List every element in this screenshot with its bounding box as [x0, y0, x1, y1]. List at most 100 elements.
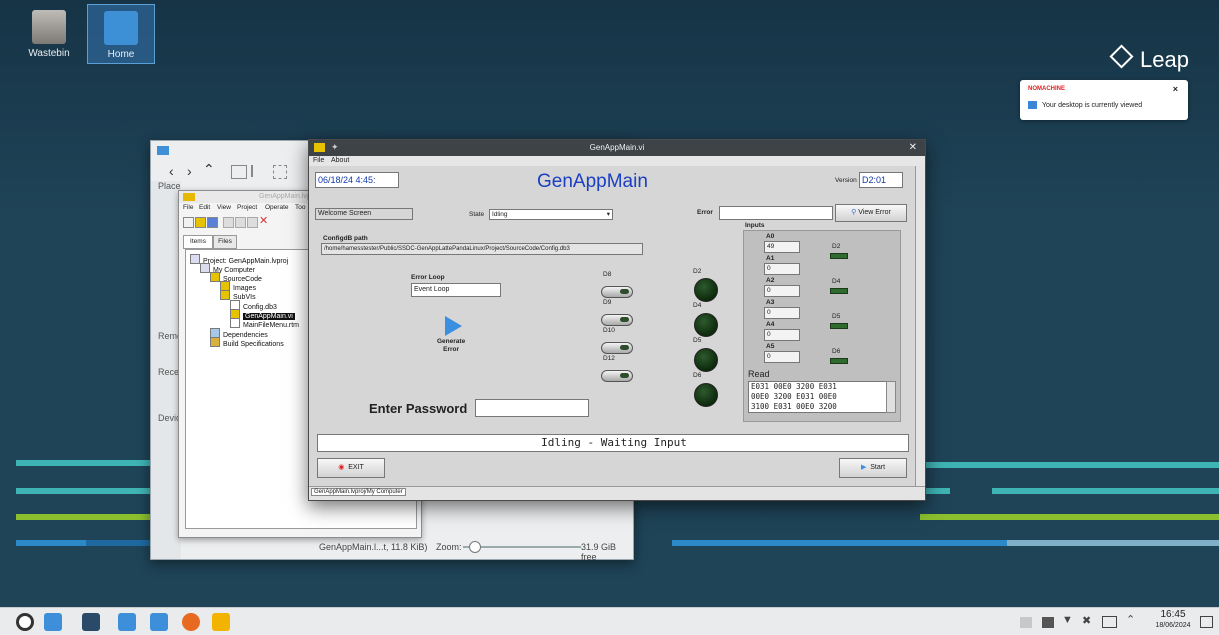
tab-items[interactable]: Items — [183, 235, 213, 249]
bluetooth-icon[interactable]: ✖ — [1082, 614, 1091, 627]
password-input[interactable] — [475, 399, 589, 417]
state-label: State — [469, 211, 485, 218]
digital-switch-d9[interactable] — [601, 314, 633, 326]
sidebar-section-label: Rece — [158, 367, 180, 377]
exit-button[interactable]: ◉ EXIT — [317, 458, 385, 478]
wallpaper-stripe — [926, 488, 950, 494]
led-d6 — [694, 383, 718, 407]
digital-switch-d8[interactable] — [601, 286, 633, 298]
digital-switch-d10[interactable] — [601, 342, 633, 354]
error-loop-selector[interactable]: Event Loop — [411, 283, 501, 297]
notification[interactable]: NOMACHINE × Your desktop is currently vi… — [1020, 80, 1188, 120]
configdb-label: ConfigdB path — [323, 235, 368, 242]
generate-error-button[interactable] — [445, 316, 462, 336]
lv-project-icon — [183, 193, 195, 201]
volume-icon[interactable]: ▼ — [1062, 614, 1073, 626]
digital-switch-d12[interactable] — [601, 370, 633, 382]
notes-icon[interactable] — [1042, 617, 1054, 628]
tree-view-icon[interactable] — [273, 165, 287, 179]
analog-label: A1 — [766, 255, 775, 262]
show-desktop-icon[interactable] — [1200, 616, 1213, 628]
desktop-icon-wastebin[interactable]: Wastebin — [16, 4, 82, 59]
read-buffer: E031 00E0 3200 E031 00E0 3200 E031 00E0 … — [748, 381, 888, 413]
compact-view-icon[interactable] — [251, 165, 265, 177]
desktop-icon-home[interactable]: Home — [87, 4, 155, 64]
clock-date[interactable]: 18/06/2024 — [1146, 622, 1200, 629]
zoom-label: Zoom: — [436, 542, 462, 552]
clipboard-icon[interactable] — [1020, 617, 1032, 628]
cut-icon[interactable] — [223, 217, 234, 228]
icon-view-icon[interactable] — [231, 165, 247, 179]
pin-icon[interactable]: ✦ — [331, 139, 339, 155]
view-error-button[interactable]: ⚲ View Error — [835, 204, 907, 222]
menu-view[interactable]: View — [217, 204, 231, 211]
notification-close-button[interactable]: × — [1173, 84, 1178, 94]
play-icon: ▶ — [860, 464, 867, 471]
led-d5 — [694, 348, 718, 372]
forward-icon[interactable]: › — [187, 163, 192, 179]
stop-icon: ◉ — [338, 464, 345, 471]
menu-file[interactable]: File — [313, 156, 324, 166]
copy-icon[interactable] — [235, 217, 246, 228]
paste-icon[interactable] — [247, 217, 258, 228]
firefox-icon[interactable] — [182, 613, 200, 631]
menu-project[interactable]: Project — [237, 204, 257, 211]
open-icon[interactable] — [195, 217, 206, 228]
file-icon — [230, 318, 240, 328]
menu-tools[interactable]: Too — [295, 204, 305, 211]
analog-label: A4 — [766, 321, 775, 328]
screen-indicator: Welcome Screen — [315, 208, 413, 220]
wallpaper-stripe — [16, 540, 86, 546]
project-path: GenAppMain.lvproj/My Computer — [311, 488, 406, 496]
desktop-pager-icon[interactable] — [44, 613, 62, 631]
digital-input-led — [830, 358, 848, 364]
network-icon[interactable] — [1102, 616, 1117, 628]
menu-operate[interactable]: Operate — [265, 204, 289, 211]
wastebin-icon — [32, 10, 66, 44]
led-label: D5 — [693, 337, 702, 344]
error-loop-label: Error Loop — [411, 274, 445, 281]
read-scrollbar[interactable] — [886, 381, 896, 413]
digital-input-led — [830, 323, 848, 329]
clock-time[interactable]: 16:45 — [1150, 609, 1196, 620]
system-settings-icon[interactable] — [82, 613, 100, 631]
digital-input-label: D5 — [832, 313, 841, 320]
error-loop-value: Event Loop — [414, 286, 450, 293]
nomachine-icon[interactable] — [212, 613, 230, 631]
switch-label: D10 — [603, 327, 615, 334]
exit-label: EXIT — [348, 464, 364, 471]
taskbar: ▼ ✖ ⌃ 16:45 18/06/2024 — [0, 607, 1219, 635]
back-icon[interactable]: ‹ — [169, 163, 174, 179]
application-launcher-icon[interactable] — [16, 613, 34, 631]
menu-edit[interactable]: Edit — [199, 204, 210, 211]
menu-about[interactable]: About — [331, 156, 349, 166]
software-center-icon[interactable] — [118, 613, 136, 631]
project-icon — [190, 254, 200, 264]
file-manager-icon[interactable] — [150, 613, 168, 631]
up-icon[interactable]: ⌃ — [203, 161, 215, 178]
save-all-icon[interactable] — [207, 217, 218, 228]
wallpaper-stripe — [920, 462, 1219, 468]
magnifier-icon: ⚲ — [851, 209, 857, 216]
labview-window[interactable]: ✦ GenAppMain.vi ✕ File About 06/18/24 4:… — [308, 139, 926, 501]
delete-icon[interactable]: ✕ — [259, 214, 268, 227]
chevron-up-icon[interactable]: ⌃ — [1126, 613, 1135, 626]
inputs-panel: A0 49 A1 0 A2 0 A3 0 A4 0 A5 0 D2 D4 D5 … — [743, 230, 901, 422]
build-icon — [210, 337, 220, 347]
new-icon[interactable] — [183, 217, 194, 228]
notification-app: NOMACHINE — [1028, 86, 1065, 92]
close-icon[interactable]: ✕ — [909, 140, 917, 156]
read-line: 3100 E031 00E0 3200 — [751, 402, 837, 411]
version-label: Version — [835, 177, 857, 184]
menu-file[interactable]: File — [183, 204, 193, 211]
start-button[interactable]: ▶ Start — [839, 458, 907, 478]
tab-files[interactable]: Files — [213, 235, 237, 249]
state-selector[interactable]: Idling ▾ — [489, 209, 613, 220]
read-line: E031 00E0 3200 E031 — [751, 382, 837, 391]
zoom-slider-handle[interactable] — [469, 541, 481, 553]
desktop-icon-label: Wastebin — [28, 48, 70, 59]
vertical-scrollbar[interactable] — [915, 166, 925, 486]
wallpaper-stripe — [920, 514, 1219, 520]
vi-menubar: File About — [309, 156, 925, 166]
tree-item[interactable]: Build Specifications — [210, 337, 284, 348]
